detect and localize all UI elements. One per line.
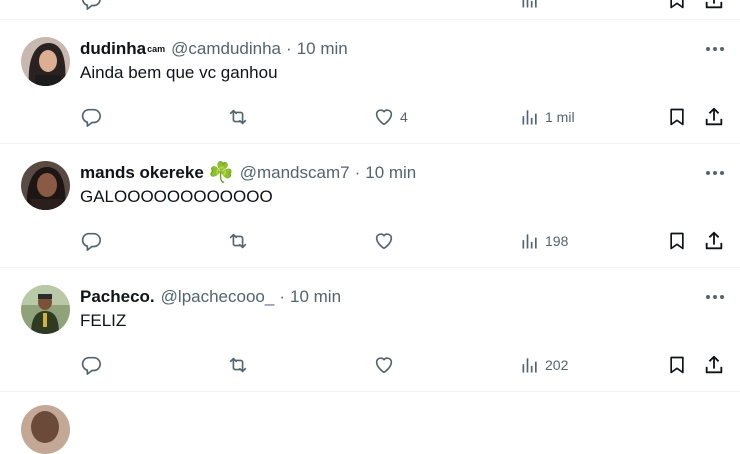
views-count: 1 mil xyxy=(545,109,575,125)
tweet-header: dudinha cam @camdudinha · 10 min xyxy=(80,37,348,61)
retweet-icon xyxy=(229,109,247,125)
divider xyxy=(0,267,740,268)
like-button[interactable] xyxy=(373,229,400,253)
shamrock-emoji: ☘️ xyxy=(208,162,234,184)
views-button[interactable]: 1 mil xyxy=(520,105,575,129)
display-name[interactable]: dudinha xyxy=(80,39,146,59)
more-button[interactable] xyxy=(704,41,726,57)
tweet-header: mands okereke ☘️ @mandscam7 · 10 min xyxy=(80,161,416,185)
share-icon xyxy=(705,0,723,9)
more-dots-icon xyxy=(706,295,724,299)
timestamp[interactable]: 10 min xyxy=(297,39,348,59)
bookmark-icon xyxy=(670,0,684,9)
name-suffix: cam xyxy=(147,44,166,54)
tweet-text: Ainda bem que vc ganhou xyxy=(80,63,278,82)
views-chart-icon xyxy=(522,358,537,373)
tweet-text: GALOOOOOOOOOOOO xyxy=(80,187,273,206)
share-button[interactable] xyxy=(703,0,725,12)
tweet[interactable]: Pacheco. @lpachecooo_ · 10 min FELIZ 202 xyxy=(0,285,740,393)
more-dots-icon xyxy=(706,47,724,51)
like-button[interactable] xyxy=(373,353,400,377)
reply-icon xyxy=(81,232,101,251)
bookmark-icon xyxy=(670,108,684,126)
heart-icon xyxy=(375,233,393,250)
avatar[interactable] xyxy=(21,37,70,86)
reply-button[interactable] xyxy=(80,229,102,253)
divider xyxy=(0,391,740,392)
handle[interactable]: @lpachecooo_ xyxy=(161,287,275,307)
share-icon xyxy=(705,355,723,374)
views-count: 198 xyxy=(545,233,569,249)
tweet-partial-top xyxy=(0,0,740,10)
display-name[interactable]: Pacheco. xyxy=(80,287,155,307)
tweet[interactable]: dudinha cam @camdudinha · 10 min Ainda be… xyxy=(0,37,740,145)
divider xyxy=(0,143,740,144)
avatar[interactable] xyxy=(21,285,70,334)
timestamp[interactable]: 10 min xyxy=(365,163,416,183)
heart-icon xyxy=(375,357,393,374)
tweet-header: Pacheco. @lpachecooo_ · 10 min xyxy=(80,285,341,309)
reply-icon xyxy=(81,0,101,10)
retweet-button[interactable] xyxy=(226,229,250,253)
separator: · xyxy=(286,39,292,58)
share-button[interactable] xyxy=(703,105,725,129)
bookmark-icon xyxy=(670,356,684,374)
display-name[interactable]: mands okereke xyxy=(80,163,204,183)
share-icon xyxy=(705,107,723,126)
bookmark-button[interactable] xyxy=(667,229,687,253)
reply-button[interactable] xyxy=(80,353,102,377)
reply-button[interactable] xyxy=(80,105,102,129)
handle[interactable]: @camdudinha xyxy=(171,39,281,59)
handle[interactable]: @mandscam7 xyxy=(240,163,350,183)
retweet-icon xyxy=(229,357,247,373)
reply-icon xyxy=(81,356,101,375)
reply-button[interactable] xyxy=(80,0,102,12)
retweet-button[interactable] xyxy=(226,105,250,129)
bookmark-button[interactable] xyxy=(667,0,687,12)
tweet-text: FELIZ xyxy=(80,311,127,330)
timestamp[interactable]: 10 min xyxy=(290,287,341,307)
share-icon xyxy=(705,231,723,250)
avatar[interactable] xyxy=(21,405,70,454)
more-button[interactable] xyxy=(704,165,726,181)
like-button[interactable]: 4 xyxy=(373,105,408,129)
like-count: 4 xyxy=(400,109,408,125)
views-button[interactable]: 198 xyxy=(520,229,568,253)
separator: · xyxy=(354,163,361,182)
more-button[interactable] xyxy=(704,289,726,305)
heart-icon xyxy=(375,109,393,126)
bookmark-icon xyxy=(670,232,684,250)
retweet-button[interactable] xyxy=(226,353,250,377)
tweet[interactable]: mands okereke ☘️ @mandscam7 · 10 min GAL… xyxy=(0,161,740,269)
bookmark-button[interactable] xyxy=(667,353,687,377)
views-chart-icon xyxy=(522,0,537,8)
avatar[interactable] xyxy=(21,161,70,210)
views-chart-icon xyxy=(522,234,537,249)
divider xyxy=(0,19,740,20)
views-button[interactable] xyxy=(520,0,540,12)
more-dots-icon xyxy=(706,171,724,175)
views-count: 202 xyxy=(545,357,569,373)
views-chart-icon xyxy=(522,110,537,125)
share-button[interactable] xyxy=(703,353,725,377)
retweet-icon xyxy=(229,233,247,249)
reply-icon xyxy=(81,108,101,127)
views-button[interactable]: 202 xyxy=(520,353,568,377)
share-button[interactable] xyxy=(703,229,725,253)
separator: · xyxy=(279,287,285,306)
bookmark-button[interactable] xyxy=(667,105,687,129)
